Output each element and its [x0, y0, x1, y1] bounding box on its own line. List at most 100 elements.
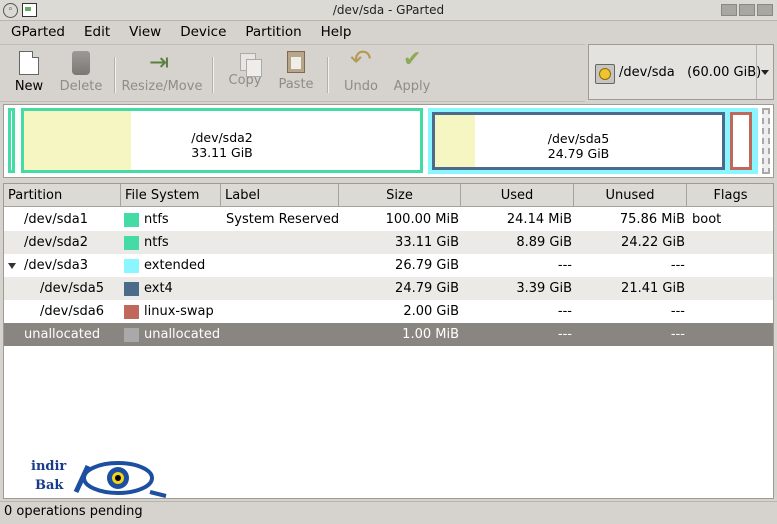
column-header-used[interactable]: Used	[461, 184, 574, 207]
filesystem-color-swatch	[124, 259, 139, 273]
cell-flags: boot	[692, 212, 722, 227]
cell-used: ---	[557, 304, 572, 319]
window-title: /dev/sda - GParted	[332, 3, 445, 17]
table-row[interactable]: /dev/sda3 extended 26.79 GiB --- ---	[4, 254, 773, 277]
maximize-button[interactable]	[739, 4, 755, 16]
column-header-partition[interactable]: Partition	[4, 184, 121, 207]
toolbar-separator	[327, 57, 329, 93]
cell-size: 26.79 GiB	[395, 258, 459, 273]
window-controls	[721, 4, 773, 16]
dropdown-arrow-icon[interactable]	[756, 45, 773, 99]
disk-map: /dev/sda2 33.11 GiB /dev/sda5 24.79 GiB	[3, 104, 774, 178]
cell-used: ---	[557, 258, 572, 273]
table-row[interactable]: /dev/sda6 linux-swap 2.00 GiB --- ---	[4, 300, 773, 323]
cell-label: System Reserved	[226, 212, 340, 227]
minimize-button[interactable]	[721, 4, 737, 16]
column-header-size[interactable]: Size	[339, 184, 461, 207]
cell-filesystem: extended	[144, 258, 206, 273]
segment-name: /dev/sda2	[191, 130, 253, 145]
new-document-icon	[19, 51, 39, 75]
filesystem-color-swatch	[124, 236, 139, 250]
trash-icon	[72, 51, 90, 75]
device-name: /dev/sda	[619, 65, 675, 80]
cell-unused: ---	[670, 327, 685, 342]
column-header-flags[interactable]: Flags	[687, 184, 773, 207]
cell-partition: /dev/sda3	[24, 258, 88, 273]
disk-segment-sda5[interactable]: /dev/sda5 24.79 GiB	[432, 112, 725, 170]
cell-partition: /dev/sda6	[40, 304, 104, 319]
cell-used: 3.39 GiB	[516, 281, 572, 296]
cell-unused: ---	[670, 258, 685, 273]
cell-used: 24.14 MiB	[506, 212, 572, 227]
paste-button[interactable]: Paste	[275, 49, 317, 99]
device-selector[interactable]: /dev/sda (60.00 GiB)	[588, 44, 774, 100]
close-button[interactable]	[757, 4, 773, 16]
expander-arrow-icon[interactable]	[8, 263, 16, 269]
cell-size: 33.11 GiB	[395, 235, 459, 250]
filesystem-color-swatch	[124, 305, 139, 319]
segment-size: 33.11 GiB	[191, 145, 253, 160]
table-row[interactable]: /dev/sda2 ntfs 33.11 GiB 8.89 GiB 24.22 …	[4, 231, 773, 254]
eye-logo-icon	[73, 461, 167, 498]
cell-unused: 24.22 GiB	[621, 235, 685, 250]
menu-view[interactable]: View	[118, 24, 169, 40]
table-row-selected[interactable]: unallocated unallocated 1.00 MiB --- ---	[4, 323, 773, 346]
delete-button[interactable]: Delete	[56, 49, 106, 99]
copy-icon	[240, 53, 262, 77]
cell-partition: /dev/sda2	[24, 235, 88, 250]
watermark-logo: indir Bak	[28, 456, 173, 500]
toolbar-separator	[212, 57, 214, 93]
disk-segment-sda2[interactable]: /dev/sda2 33.11 GiB	[21, 108, 423, 173]
menu-partition[interactable]: Partition	[234, 24, 309, 40]
table-header: Partition File System Label Size Used Un…	[4, 184, 773, 207]
cell-filesystem: unallocated	[144, 327, 221, 342]
watermark-line-2: Bak	[35, 478, 64, 493]
device-size: (60.00 GiB)	[687, 65, 762, 80]
disk-segment-unallocated[interactable]	[762, 108, 770, 174]
clipboard-icon	[287, 51, 305, 73]
status-bar: 0 operations pending	[0, 501, 777, 524]
table-row[interactable]: /dev/sda5 ext4 24.79 GiB 3.39 GiB 21.41 …	[4, 277, 773, 300]
cell-filesystem: ntfs	[144, 212, 169, 227]
menu-gparted[interactable]: GParted	[0, 24, 73, 40]
cell-unused: ---	[670, 304, 685, 319]
cell-size: 2.00 GiB	[403, 304, 459, 319]
segment-name: /dev/sda5	[547, 131, 610, 146]
menu-device[interactable]: Device	[169, 24, 234, 40]
cell-filesystem: ntfs	[144, 235, 169, 250]
cell-size: 24.79 GiB	[395, 281, 459, 296]
hard-disk-icon	[595, 64, 615, 84]
apply-button[interactable]: Apply	[390, 47, 434, 99]
undo-button[interactable]: Undo	[339, 45, 383, 99]
disk-segment-sda1[interactable]	[8, 108, 15, 173]
cell-unused: 21.41 GiB	[621, 281, 685, 296]
undo-arrow-icon	[350, 45, 372, 75]
watermark-line-1: indir	[31, 459, 67, 474]
resize-arrow-icon	[149, 48, 173, 76]
new-button[interactable]: New	[10, 49, 48, 99]
filesystem-color-swatch	[124, 213, 139, 227]
cell-partition: /dev/sda1	[24, 212, 88, 227]
cell-size: 1.00 MiB	[402, 327, 459, 342]
menu-bar: GParted Edit View Device Partition Help	[0, 21, 777, 43]
title-bar: ◦ /dev/sda - GParted	[0, 0, 777, 21]
toolbar: New Delete Resize/Move Copy Paste Undo A…	[0, 44, 585, 102]
cell-partition: /dev/sda5	[40, 281, 104, 296]
disk-segment-sda6[interactable]	[730, 112, 752, 170]
column-header-filesystem[interactable]: File System	[121, 184, 221, 207]
partition-table: Partition File System Label Size Used Un…	[3, 183, 774, 499]
table-row[interactable]: /dev/sda1 ntfs System Reserved 100.00 Mi…	[4, 208, 773, 231]
cell-used: ---	[557, 327, 572, 342]
filesystem-color-swatch	[124, 282, 139, 296]
menu-help[interactable]: Help	[310, 24, 360, 40]
cell-partition: unallocated	[24, 327, 101, 342]
toolbar-separator	[114, 57, 116, 93]
filesystem-color-swatch	[124, 328, 139, 342]
copy-button[interactable]: Copy	[224, 49, 266, 99]
cell-filesystem: linux-swap	[144, 304, 214, 319]
resize-move-button[interactable]: Resize/Move	[120, 48, 204, 99]
menu-edit[interactable]: Edit	[73, 24, 118, 40]
cell-filesystem: ext4	[144, 281, 173, 296]
column-header-unused[interactable]: Unused	[574, 184, 687, 207]
column-header-label[interactable]: Label	[221, 184, 339, 207]
